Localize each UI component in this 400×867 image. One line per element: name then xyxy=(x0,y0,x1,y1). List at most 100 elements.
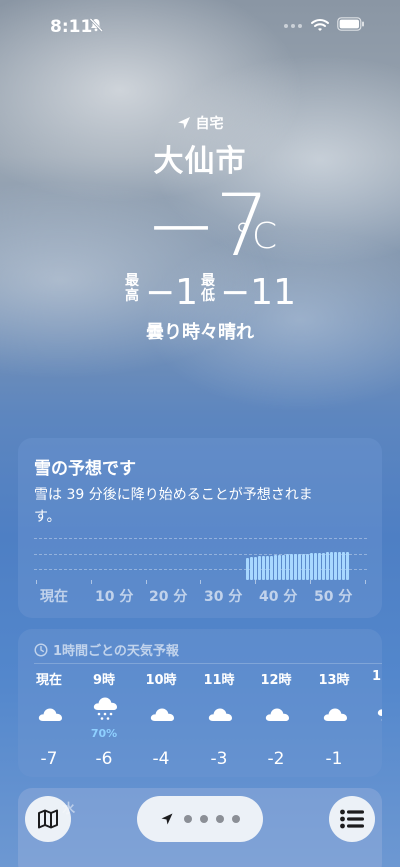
axis-tick xyxy=(146,580,147,584)
high-value: −1 xyxy=(145,272,199,313)
precip-bar xyxy=(286,554,289,580)
precip-probability: 70% xyxy=(90,727,118,740)
hour-column: 12時 -2 xyxy=(252,669,300,769)
precip-bar xyxy=(314,553,317,580)
precip-bar xyxy=(342,552,345,580)
precip-bar xyxy=(290,554,293,580)
hour-column: 9時 70% -6 xyxy=(80,669,128,769)
precip-bar xyxy=(334,552,337,580)
hour-column: 現在 -7 xyxy=(25,669,73,769)
cloud-snow-icon xyxy=(90,693,120,723)
precip-bar xyxy=(338,552,341,580)
hourly-title: 1時間ごとの天気予報 xyxy=(53,644,179,659)
precip-bar xyxy=(278,555,281,580)
precip-bar xyxy=(258,556,261,580)
axis-label-50: 50 分 xyxy=(314,589,353,605)
page-dot xyxy=(199,815,208,823)
location-header: 自宅 大仙市 xyxy=(0,112,400,180)
hour-label: 10時 xyxy=(145,673,177,688)
precip-bar xyxy=(318,553,321,580)
current-temperature-row: −7 °C xyxy=(0,176,400,278)
bell-off-icon xyxy=(89,18,103,32)
high-low-row: 最高 −1 最低 −11 xyxy=(0,272,400,313)
temperature-unit: °C xyxy=(234,216,278,257)
page-dot xyxy=(183,815,192,823)
axis-tick xyxy=(255,580,256,584)
cloud-icon xyxy=(262,699,292,729)
axis-tick xyxy=(310,580,311,584)
hour-temp: -4 xyxy=(152,749,170,769)
chart-gridline xyxy=(34,538,367,539)
precip-bar xyxy=(250,557,253,580)
precip-bar xyxy=(294,554,297,580)
precip-bar xyxy=(346,552,349,580)
hour-label: 13時 xyxy=(318,673,350,688)
hour-label: 現在 xyxy=(35,673,62,688)
precip-bar xyxy=(330,552,333,580)
precip-bar xyxy=(310,553,313,580)
precip-bar xyxy=(302,554,305,580)
cloud-icon xyxy=(205,699,235,729)
chart-axis-labels: 現在 10 分 20 分 30 分 40 分 50 分 xyxy=(18,586,382,605)
axis-label-20: 20 分 xyxy=(149,589,188,605)
location-label: 自宅 xyxy=(195,116,224,132)
axis-tick xyxy=(36,580,37,584)
precip-bar xyxy=(246,558,249,580)
precip-bar xyxy=(298,554,301,580)
axis-label-10: 10 分 xyxy=(95,589,134,605)
list-button[interactable] xyxy=(329,796,375,842)
snow-card-description: 雪は 39 分後に降り始めることが予想されます。 xyxy=(34,487,313,525)
status-bar: 8:11 xyxy=(0,0,400,52)
hour-column: 1 xyxy=(364,669,382,769)
status-time: 8:11 xyxy=(50,17,93,37)
map-icon xyxy=(38,809,58,829)
hour-temp: -6 xyxy=(95,749,113,769)
weather-condition: 曇り時々晴れ xyxy=(146,322,254,343)
hour-label: 11時 xyxy=(203,673,235,688)
hour-column: 10時 -4 xyxy=(137,669,185,769)
snow-intensity-bars xyxy=(246,548,366,580)
axis-label-40: 40 分 xyxy=(259,589,298,605)
hour-label: 1 xyxy=(372,669,382,684)
hour-label: 9時 xyxy=(92,673,116,688)
precip-bar xyxy=(270,556,273,580)
snow-card-title: 雪の予想です xyxy=(34,459,136,479)
snow-forecast-card[interactable]: 雪の予想です 雪は 39 分後に降り始めることが予想されます。 現在 10 分 … xyxy=(18,438,382,618)
precip-bar xyxy=(274,555,277,580)
low-value: −11 xyxy=(220,272,296,313)
hour-temp: -1 xyxy=(325,749,343,769)
hour-temp: -3 xyxy=(210,749,228,769)
cloud-snow-icon xyxy=(374,699,382,729)
clock-icon xyxy=(34,642,48,657)
precip-bar xyxy=(266,556,269,580)
hour-temp: -2 xyxy=(267,749,285,769)
axis-label-now: 現在 xyxy=(40,589,68,605)
low-label: 最低 xyxy=(201,273,215,304)
axis-tick xyxy=(91,580,92,584)
axis-tick xyxy=(200,580,201,584)
axis-tick xyxy=(365,580,366,584)
precip-bar xyxy=(322,553,325,580)
location-arrow-icon xyxy=(177,117,190,129)
precip-bar xyxy=(306,554,309,580)
hour-label: 12時 xyxy=(260,673,292,688)
list-icon xyxy=(340,809,364,829)
precip-bar xyxy=(262,556,265,580)
battery-icon xyxy=(337,17,364,31)
high-label: 最高 xyxy=(125,273,139,304)
city-name: 大仙市 xyxy=(153,144,247,179)
hourly-divider xyxy=(34,663,382,664)
chart-axis-ticks xyxy=(36,580,369,585)
axis-label-30: 30 分 xyxy=(204,589,243,605)
page-dot xyxy=(215,815,224,823)
hourly-forecast-card[interactable]: 1時間ごとの天気予報 現在 -7 9時 70% -6 10時 -4 11時 -3… xyxy=(18,629,382,777)
cloud-icon xyxy=(35,699,65,729)
wifi-icon xyxy=(311,19,329,31)
hour-column: 11時 -3 xyxy=(195,669,243,769)
hour-column: 13時 -1 xyxy=(310,669,358,769)
location-arrow-icon xyxy=(161,813,172,825)
precip-bar xyxy=(326,552,329,580)
bottom-toolbar xyxy=(0,792,400,852)
map-button[interactable] xyxy=(25,796,71,842)
page-indicator[interactable] xyxy=(137,796,263,842)
